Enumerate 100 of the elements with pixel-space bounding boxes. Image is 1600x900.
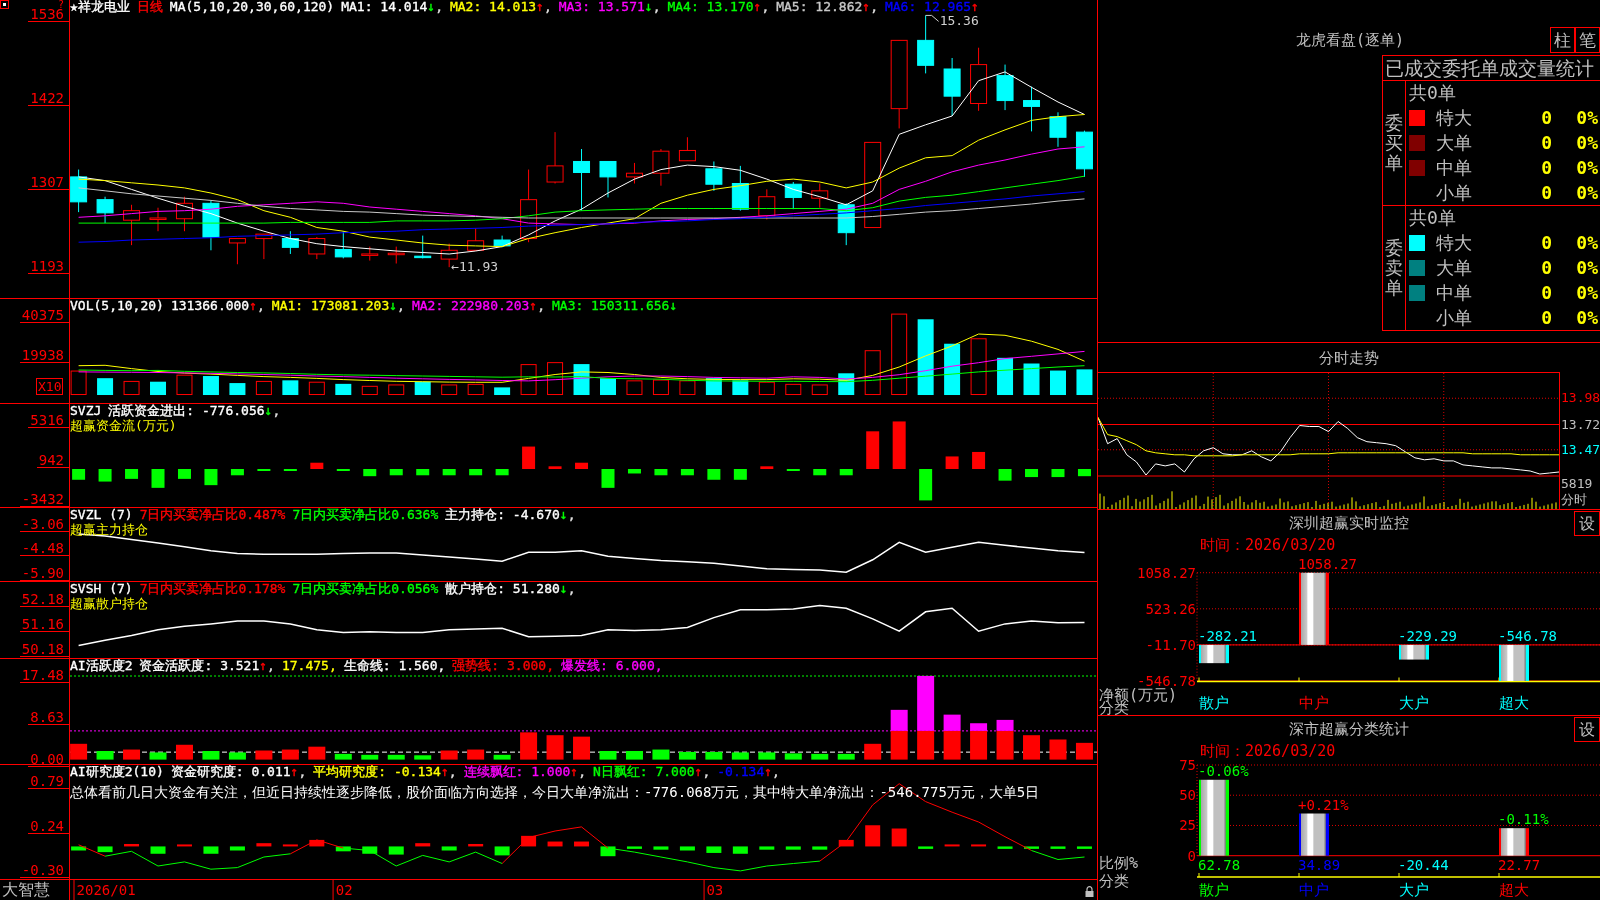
legend-separator: , [435, 0, 443, 14]
legend-text: 131366.000 [170, 299, 250, 313]
axis-title: 净额(万元) [1099, 689, 1178, 702]
order-count: 0 [1541, 282, 1552, 303]
order-size-label: 特大 [1436, 108, 1473, 129]
trend-arrow: ↑ [694, 765, 703, 779]
legend-separator: , [537, 299, 545, 313]
category-label: 中户 [1299, 695, 1329, 711]
axis-label: 5819 [1561, 476, 1593, 492]
axis-label: 1058.27 [1137, 564, 1196, 581]
trend-arrow: ↑ [249, 299, 258, 313]
legend-text: 资金研究度: 0.011 [170, 765, 291, 779]
indicator-subtitle: 超赢资金流(万元) [70, 418, 177, 433]
value-label: -282.21 [1198, 627, 1257, 644]
legend-separator: , [257, 299, 265, 313]
order-share: 0% [1576, 258, 1598, 278]
trend-arrow: ↓ [669, 299, 678, 313]
axis-title: 分类 [1099, 875, 1129, 888]
panel-title: 分时走势 [1319, 348, 1379, 367]
price-annotation: ←11.93 [451, 260, 499, 275]
order-share: 0% [1576, 307, 1598, 328]
legend-text: MA6: 12.965 [884, 0, 972, 14]
panel-title: 龙虎看盘(逐单) [1295, 31, 1405, 49]
axis-label: -546.78 [1137, 673, 1196, 689]
value-label: 1058.27 [1298, 555, 1357, 572]
legend-text: MA1: 173081.203 [271, 299, 390, 313]
legend-separator: , [543, 0, 552, 14]
order-count: 0 [1541, 307, 1552, 328]
legend-separator: , [761, 0, 770, 14]
axis-label: 50.18 [19, 643, 69, 658]
trend-arrow: ↑ [290, 765, 299, 779]
axis-label: 40375 [19, 309, 69, 323]
trend-arrow: ↑ [259, 659, 268, 673]
legend-text: 日线 [136, 0, 163, 14]
axis-label: -11.70 [1145, 636, 1196, 653]
order-size-label: 大单 [1436, 258, 1473, 278]
trend-arrow: ↓ [644, 0, 653, 14]
legend-text: SVSH (7) [70, 582, 133, 596]
axis-label: 52.18 [19, 592, 69, 607]
legend-text: 17.475, [281, 659, 337, 673]
trend-arrow: ↑ [529, 299, 538, 313]
legend-text: AI研究度2(10) [70, 765, 164, 779]
legend-text: MA1: 14.014 [341, 0, 428, 14]
order-size-label: 中单 [1436, 282, 1473, 303]
category-label: 散户 [1199, 882, 1229, 898]
axis-label: 0.00 [28, 752, 69, 767]
axis-label: 50 [1179, 787, 1196, 804]
legend-text: N日飘红: 7.000 [593, 765, 695, 779]
axis-label: 5316 [28, 414, 69, 429]
value-label: 62.78 [1198, 857, 1241, 873]
order-size-label: 小单 [1436, 307, 1473, 328]
legend-text: 活跃资金进出: -776.056 [108, 404, 265, 418]
legend-text: 主力持仓: -4.670 [445, 508, 560, 522]
order-share: 0% [1576, 157, 1598, 178]
legend-separator: , [772, 765, 780, 779]
date-label: 02 [332, 880, 354, 900]
trend-arrow: ↓ [559, 508, 568, 522]
date-time-label: 时间：2026/03/20 [1200, 536, 1336, 554]
change-label: +0.21% [1298, 796, 1349, 813]
axis-label: 942 [36, 453, 69, 468]
category-label: 中户 [1299, 882, 1329, 898]
order-share: 0% [1576, 133, 1598, 153]
trend-arrow: ↑ [971, 0, 979, 14]
axis-label: 13.72 [1561, 416, 1600, 433]
category-label: 超大 [1499, 695, 1529, 711]
axis-label: 0.24 [28, 819, 69, 834]
legend-separator: , [272, 404, 281, 418]
order-size-label: 特大 [1436, 233, 1473, 254]
value-label: 34.89 [1298, 857, 1341, 873]
axis-label: 1307 [28, 176, 69, 191]
legend-separator: , [652, 0, 661, 14]
order-share: 0% [1576, 233, 1598, 254]
axis-label: -3.06 [19, 517, 69, 532]
axis-label: 1536 [28, 8, 69, 23]
axis-label: 75 [1179, 757, 1196, 773]
trend-arrow: ↑ [862, 0, 871, 14]
legend-separator: , [870, 0, 878, 14]
legend-separator: , [567, 508, 576, 522]
legend-text: MA3: 13.571 [558, 0, 645, 14]
axis-label: 25 [1179, 817, 1196, 834]
order-share: 0% [1576, 182, 1598, 203]
legend-text: SVZJ [70, 404, 102, 418]
trend-arrow: ↑ [440, 765, 449, 779]
axis-label: 13.47 [1561, 441, 1600, 458]
value-label: -229.29 [1398, 627, 1457, 644]
legend-separator: , [298, 765, 307, 779]
axis-label: -5.90 [19, 566, 69, 581]
axis-label: 17.48 [19, 668, 69, 683]
indicator-subtitle: 超赢散户持仓 [70, 596, 148, 611]
table-title: 已成交委托单成交量统计 [1385, 57, 1594, 79]
legend-text: AI活跃度2 [70, 659, 133, 673]
group-label: 委买单 [1385, 113, 1403, 173]
legend-text: MA3: 150311.656 [552, 299, 670, 313]
axis-label: 1193 [28, 260, 69, 275]
category-label: 超大 [1499, 882, 1529, 898]
order-total: 共0单 [1409, 208, 1456, 229]
axis-label: -3432 [19, 492, 69, 507]
legend-text: MA2: 14.013 [449, 0, 537, 14]
legend-text: MA(5,10,20,30,60,120) [169, 0, 335, 14]
axis-label: 分时 [1561, 492, 1587, 508]
